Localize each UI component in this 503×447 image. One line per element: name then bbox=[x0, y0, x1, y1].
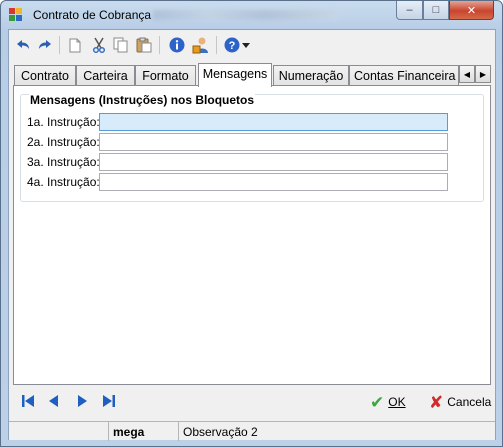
toolbar: ? bbox=[9, 30, 495, 60]
window-title: Contrato de Cobrança bbox=[33, 8, 152, 22]
next-record-icon[interactable] bbox=[73, 392, 91, 410]
group-title: Mensagens (Instruções) nos Bloquetos bbox=[29, 93, 256, 107]
copy-icon[interactable] bbox=[111, 35, 131, 55]
cross-icon: ✘ bbox=[429, 392, 444, 412]
ok-button[interactable]: ✔ OK bbox=[370, 392, 406, 412]
info-icon[interactable] bbox=[167, 35, 187, 55]
minimize-button[interactable]: – bbox=[396, 1, 423, 20]
instruction-input-2[interactable] bbox=[99, 133, 448, 151]
status-message: Observação 2 bbox=[183, 425, 258, 439]
dropdown-arrow-icon[interactable] bbox=[240, 35, 252, 55]
user-icon[interactable] bbox=[191, 35, 211, 55]
tab-contrato[interactable]: Contrato bbox=[14, 65, 76, 86]
cancel-label: Cancela bbox=[447, 395, 492, 409]
ok-label: OK bbox=[388, 395, 406, 409]
instruction-input-1[interactable] bbox=[99, 113, 448, 131]
tab-scroll-right-icon[interactable]: ▶ bbox=[475, 65, 491, 83]
status-panel-empty bbox=[9, 422, 109, 441]
toolbar-separator bbox=[216, 36, 217, 54]
paste-icon[interactable] bbox=[134, 35, 154, 55]
first-record-icon[interactable] bbox=[19, 392, 37, 410]
toolbar-separator bbox=[159, 36, 160, 54]
status-bar: mega Observação 2 bbox=[9, 421, 495, 441]
cancel-button[interactable]: ✘ Cancela bbox=[429, 392, 491, 412]
tab-numeracao[interactable]: Numeração bbox=[273, 65, 349, 86]
app-icon bbox=[9, 8, 23, 22]
tab-mensagens[interactable]: Mensagens bbox=[198, 63, 272, 87]
maximize-button[interactable]: □ bbox=[423, 1, 449, 20]
instruction-label-4: 4a. Instrução: bbox=[27, 175, 100, 189]
svg-text:?: ? bbox=[229, 40, 236, 52]
check-icon: ✔ bbox=[370, 392, 385, 412]
tab-strip: Contrato Carteira Formato Mensagens Nume… bbox=[13, 63, 491, 87]
toolbar-separator bbox=[59, 36, 60, 54]
cut-icon[interactable] bbox=[89, 35, 109, 55]
tab-contas-financeira[interactable]: Contas Financeira bbox=[349, 65, 459, 86]
title-redacted-text bbox=[153, 10, 339, 20]
instruction-label-1: 1a. Instrução: bbox=[27, 115, 100, 129]
close-button[interactable]: ✕ bbox=[449, 1, 494, 20]
tab-carteira[interactable]: Carteira bbox=[76, 65, 135, 86]
instruction-label-2: 2a. Instrução: bbox=[27, 135, 100, 149]
undo-icon[interactable] bbox=[13, 35, 33, 55]
application-window: Contrato de Cobrança – □ ✕ ? Contrato Ca… bbox=[0, 0, 503, 447]
dialog-client-area: ? Contrato Carteira Formato Mensagens Nu… bbox=[8, 29, 496, 441]
redo-icon[interactable] bbox=[35, 35, 55, 55]
title-bar[interactable]: Contrato de Cobrança – □ ✕ bbox=[1, 1, 502, 29]
instruction-input-4[interactable] bbox=[99, 173, 448, 191]
status-user: mega bbox=[109, 422, 179, 441]
messages-group: Mensagens (Instruções) nos Bloquetos 1a.… bbox=[20, 93, 484, 202]
instruction-label-3: 3a. Instrução: bbox=[27, 155, 100, 169]
tab-formato[interactable]: Formato bbox=[135, 65, 196, 86]
previous-record-icon[interactable] bbox=[45, 392, 63, 410]
instruction-input-3[interactable] bbox=[99, 153, 448, 171]
tab-scroll-left-icon[interactable]: ◀ bbox=[459, 65, 475, 83]
last-record-icon[interactable] bbox=[100, 392, 118, 410]
help-icon[interactable]: ? bbox=[222, 35, 242, 55]
new-document-icon[interactable] bbox=[65, 35, 85, 55]
tab-panel-mensagens: Mensagens (Instruções) nos Bloquetos 1a.… bbox=[13, 85, 491, 385]
